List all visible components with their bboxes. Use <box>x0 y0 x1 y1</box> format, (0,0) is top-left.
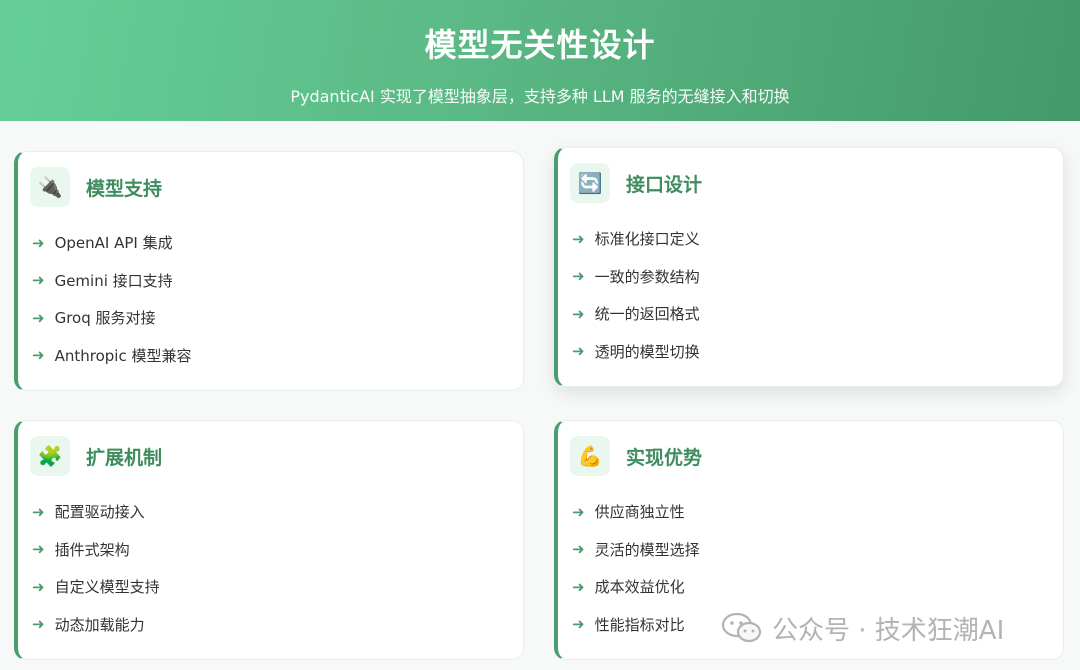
list-item-label: Gemini 接口支持 <box>54 271 173 290</box>
list-item: ➜ Anthropic 模型兼容 <box>32 337 191 375</box>
arrow-right-icon: ➜ <box>572 229 585 248</box>
list-item: ➜ 一致的参数结构 <box>572 258 700 296</box>
list-item-label: 配置驱动接入 <box>54 503 145 522</box>
card-interface-design: 🔄 接口设计 ➜ 标准化接口定义 ➜ 一致的参数结构 ➜ 统一的返回格式 ➜ 透明的模型… <box>554 147 1064 387</box>
list-item: ➜ Groq 服务对接 <box>32 299 191 337</box>
feature-list: ➜ 配置驱动接入 ➜ 插件式架构 ➜ 自定义模型支持 ➜ 动态加载能力 <box>32 493 160 643</box>
arrow-right-icon: ➜ <box>32 502 45 521</box>
list-item-label: 动态加载能力 <box>54 615 145 634</box>
list-item: ➜ 动态加载能力 <box>32 606 160 644</box>
page-title: 模型无关性设计 <box>424 26 656 64</box>
arrow-right-icon: ➜ <box>32 233 45 252</box>
list-item-label: 一致的参数结构 <box>594 267 700 286</box>
list-item-label: Anthropic 模型兼容 <box>54 346 192 365</box>
arrow-right-icon: ➜ <box>572 577 585 596</box>
list-item: ➜ 成本效益优化 <box>572 568 700 606</box>
list-item: ➜ OpenAI API 集成 <box>32 224 191 262</box>
card-title: 模型支持 <box>86 177 163 200</box>
list-item: ➜ 自定义模型支持 <box>32 568 160 606</box>
arrow-right-icon: ➜ <box>572 342 585 361</box>
feature-list: ➜ 标准化接口定义 ➜ 一致的参数结构 ➜ 统一的返回格式 ➜ 透明的模型切换 <box>572 220 700 370</box>
refresh-icon: 🔄 <box>570 163 610 203</box>
list-item-label: 标准化接口定义 <box>594 230 700 249</box>
list-item-label: 插件式架构 <box>54 540 130 559</box>
list-item: ➜ 灵活的模型选择 <box>572 531 700 569</box>
arrow-right-icon: ➜ <box>32 308 45 327</box>
list-item-label: Groq 服务对接 <box>54 309 156 328</box>
card-extension-mechanism: 🧩 扩展机制 ➜ 配置驱动接入 ➜ 插件式架构 ➜ 自定义模型支持 ➜ 动态加载能力 <box>14 420 524 660</box>
arrow-right-icon: ➜ <box>32 540 45 559</box>
list-item-label: 灵活的模型选择 <box>594 540 700 559</box>
arrow-right-icon: ➜ <box>572 502 585 521</box>
card-model-support: 🔌 模型支持 ➜ OpenAI API 集成 ➜ Gemini 接口支持 ➜ Groq… <box>14 151 524 391</box>
arrow-right-icon: ➜ <box>32 577 45 596</box>
card-header: 💪 实现优势 <box>570 435 702 477</box>
arrow-right-icon: ➜ <box>32 346 45 365</box>
list-item: ➜ 统一的返回格式 <box>572 295 700 333</box>
watermark: 公众号 · 技术狂潮AI <box>722 608 1004 648</box>
list-item-label: 性能指标对比 <box>594 615 685 634</box>
page-header: 模型无关性设计 PydanticAI 实现了模型抽象层，支持多种 LLM 服务的… <box>0 0 1080 121</box>
flexed-biceps-icon: 💪 <box>570 436 610 476</box>
list-item: ➜ 插件式架构 <box>32 531 160 569</box>
list-item: ➜ 配置驱动接入 <box>32 493 160 531</box>
card-header: 🧩 扩展机制 <box>30 435 162 477</box>
list-item-label: 自定义模型支持 <box>54 578 160 597</box>
arrow-right-icon: ➜ <box>572 267 585 286</box>
watermark-text: 公众号 · 技术狂潮AI <box>772 615 1005 646</box>
list-item-label: 供应商独立性 <box>594 503 685 522</box>
feature-list: ➜ 供应商独立性 ➜ 灵活的模型选择 ➜ 成本效益优化 ➜ 性能指标对比 <box>572 493 700 643</box>
list-item: ➜ 透明的模型切换 <box>572 333 700 371</box>
feature-list: ➜ OpenAI API 集成 ➜ Gemini 接口支持 ➜ Groq 服务对接 ➜… <box>32 224 191 374</box>
card-title: 扩展机制 <box>86 446 163 469</box>
page-subtitle: PydanticAI 实现了模型抽象层，支持多种 LLM 服务的无缝接入和切换 <box>290 87 790 106</box>
list-item-label: 统一的返回格式 <box>594 305 700 324</box>
list-item: ➜ 标准化接口定义 <box>572 220 700 258</box>
card-title: 接口设计 <box>626 173 703 196</box>
plug-icon: 🔌 <box>30 167 70 207</box>
arrow-right-icon: ➜ <box>572 540 585 559</box>
arrow-right-icon: ➜ <box>572 304 585 323</box>
list-item-label: OpenAI API 集成 <box>54 234 173 253</box>
wechat-icon <box>722 612 762 643</box>
card-header: 🔄 接口设计 <box>570 162 702 204</box>
card-header: 🔌 模型支持 <box>30 166 162 208</box>
list-item: ➜ Gemini 接口支持 <box>32 262 191 300</box>
arrow-right-icon: ➜ <box>32 271 45 290</box>
card-title: 实现优势 <box>626 446 703 469</box>
arrow-right-icon: ➜ <box>32 615 45 634</box>
arrow-right-icon: ➜ <box>572 615 585 634</box>
list-item-label: 成本效益优化 <box>594 578 685 597</box>
list-item-label: 透明的模型切换 <box>594 342 700 361</box>
list-item: ➜ 性能指标对比 <box>572 606 700 644</box>
puzzle-icon: 🧩 <box>30 436 70 476</box>
list-item: ➜ 供应商独立性 <box>572 493 700 531</box>
